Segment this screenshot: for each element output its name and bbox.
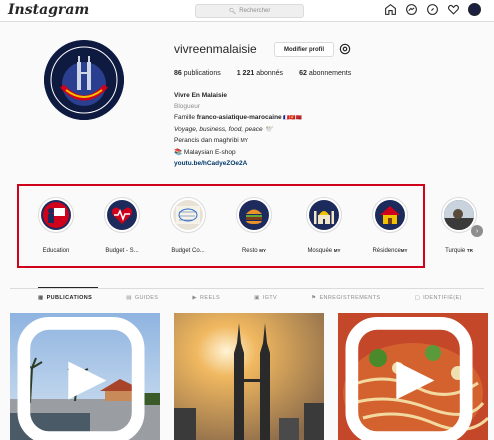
following-stat[interactable]: 62 abonnements: [299, 70, 351, 77]
bio-name: Vivre En Malaisie: [174, 92, 227, 99]
highlight-education[interactable]: Education: [31, 197, 81, 254]
highlight-budget-co[interactable]: Budget Co...: [163, 197, 213, 254]
profile-tabs: ▦ PUBLICATIONS ▤ GUIDES ▶ REELS ▣ IGTV ⚑ ENRE…: [38, 295, 478, 301]
instagram-logo[interactable]: Instagram: [8, 2, 89, 18]
bio-line-language: Perancis dan maghribi MY: [174, 137, 248, 144]
tab-enregistrements[interactable]: ⚑ ENREGISTREMENTS: [311, 295, 380, 301]
highlight-label: Resto MY: [241, 248, 267, 254]
reels-icon: ▶: [192, 295, 198, 301]
chevron-right-icon[interactable]: ›: [471, 225, 483, 237]
grid-icon: ▦: [38, 295, 44, 301]
profile-username: vivreenmalaisie: [174, 42, 257, 56]
petronas-towers-photo: [174, 313, 324, 440]
posts-stat: 86 publications: [174, 70, 221, 77]
search-placeholder: Rechercher: [239, 8, 271, 14]
highlight-label: Budget Co...: [171, 248, 205, 254]
top-navigation-bar: Instagram 🔍︎ Rechercher: [0, 0, 494, 22]
tagged-icon: ▢: [414, 295, 421, 301]
teacher-icon: [41, 200, 71, 230]
guides-icon: ▤: [126, 295, 132, 301]
tabs-divider: [10, 288, 484, 289]
highlight-label: Mosquée MY: [307, 248, 341, 254]
avatar[interactable]: [468, 3, 481, 16]
reel-badge-icon: [345, 317, 473, 440]
tab-reels[interactable]: ▶ REELS: [192, 295, 220, 301]
edit-profile-button[interactable]: Modifier profil: [274, 42, 334, 57]
profile-logo-icon: [44, 40, 124, 120]
reel-badge-icon: [17, 317, 145, 440]
search-input[interactable]: 🔍︎ Rechercher: [195, 4, 304, 18]
tab-identifie[interactable]: ▢ IDENTIFIÉ(E): [414, 295, 461, 301]
house-icon: [375, 200, 405, 230]
highlight-label: RésidenceMY: [372, 248, 408, 254]
heart-icon[interactable]: [447, 3, 460, 16]
burger-icon: [239, 200, 269, 230]
gear-icon[interactable]: [338, 42, 352, 56]
post-thumbnail[interactable]: [338, 313, 488, 440]
nav-icons: [384, 3, 481, 16]
highlight-resto[interactable]: Resto MY: [229, 197, 279, 254]
tab-igtv[interactable]: ▣ IGTV: [254, 295, 277, 301]
tab-publications[interactable]: ▦ PUBLICATIONS: [38, 295, 92, 301]
bookmark-icon: ⚑: [311, 295, 317, 301]
igtv-icon: ▣: [254, 295, 260, 301]
bio-link[interactable]: youtu.be/hCadyeZOe2A: [174, 158, 302, 169]
home-icon[interactable]: [384, 3, 397, 16]
notebook-photo-icon: [173, 200, 203, 230]
post-thumbnail[interactable]: [174, 313, 324, 440]
search-icon: 🔍︎: [228, 8, 237, 15]
highlight-label: Turquie TR: [445, 248, 473, 254]
explore-icon[interactable]: [426, 3, 439, 16]
messenger-icon[interactable]: [405, 3, 418, 16]
highlight-label: Education: [42, 248, 70, 254]
highlight-residence[interactable]: RésidenceMY: [365, 197, 415, 254]
highlight-label: Budget - S...: [105, 248, 139, 254]
highlight-mosquee[interactable]: Mosquée MY: [299, 197, 349, 254]
profile-picture[interactable]: [44, 40, 124, 120]
bio-line-travel: Voyage, business, food, peace 🕊️: [174, 126, 273, 133]
bio-category: Blogueur: [174, 103, 201, 110]
profile-bio: Vivre En Malaisie Blogueur Famille franc…: [174, 90, 302, 169]
mosque-icon: [309, 200, 339, 230]
profile-stats: 86 publications 1 221 abonnés 62 abonnem…: [174, 70, 351, 77]
active-tab-indicator: [38, 287, 98, 288]
followers-stat[interactable]: 1 221 abonnés: [237, 70, 283, 77]
heartbeat-icon: [107, 200, 137, 230]
post-thumbnail[interactable]: [10, 313, 160, 440]
tab-guides[interactable]: ▤ GUIDES: [126, 295, 158, 301]
bio-line-shop: 📚 Malaysian E-shop: [174, 149, 236, 156]
bio-line-family: Famille franco-asiatique-marocaine 🇨🇵🇭🇰🇲…: [174, 114, 302, 121]
travel-photo-icon: [444, 200, 474, 230]
highlight-budget-s[interactable]: Budget - S...: [97, 197, 147, 254]
